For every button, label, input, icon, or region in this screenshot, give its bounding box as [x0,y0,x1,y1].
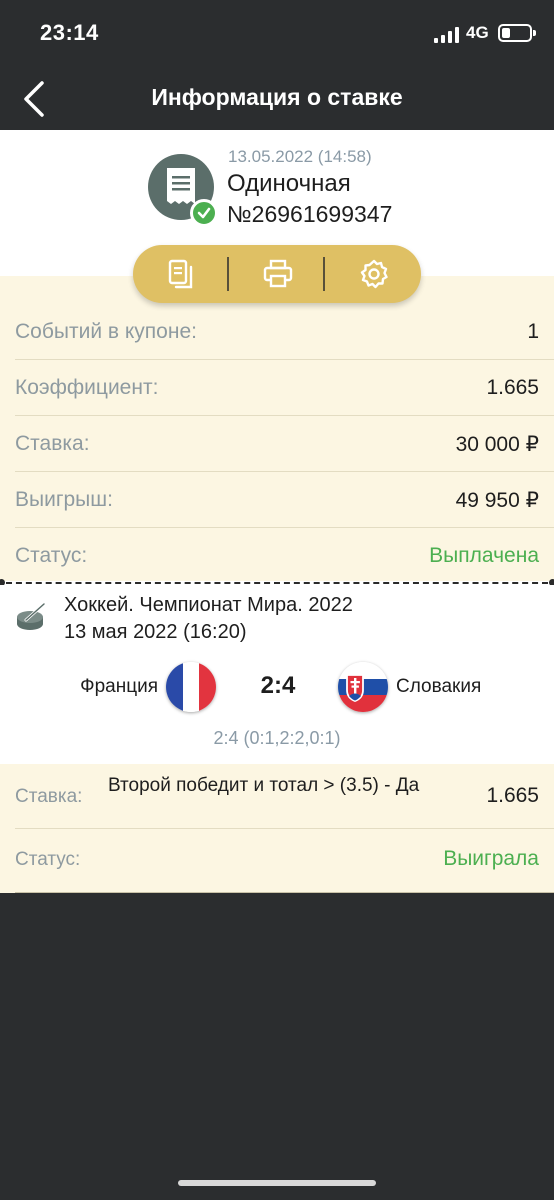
home-indicator[interactable] [178,1180,376,1186]
hockey-puck-icon [17,602,46,630]
nav-bar: Информация о ставке [0,70,554,130]
copy-button[interactable] [133,245,229,303]
summary-value: 1 [527,320,539,343]
event-league: Хоккей. Чемпионат Мира. 2022 [64,594,353,616]
team-away-name: Словакия [396,676,482,697]
summary-value: 1.665 [486,376,539,399]
stake-label: Ставка: [15,786,83,807]
check-icon [190,199,218,227]
status-time: 23:14 [40,20,99,45]
print-button[interactable] [229,245,325,303]
summary-row-events: Событий в купоне: 1 [15,304,554,360]
period-scores: 2:4 (0:1,2:2,0:1) [213,728,341,748]
match-score: 2:4 [260,672,296,699]
status-badge: Выплачена [429,544,539,567]
copy-icon [168,259,193,289]
battery-icon [498,24,536,42]
printer-icon [263,259,293,288]
summary-value: 30 000 ₽ [455,433,539,456]
stake-status-badge: Выиграла [443,847,539,870]
network-type: 4G [466,23,489,42]
summary-row-stake: Ставка: 30 000 ₽ [15,416,554,472]
signal-icon [434,27,459,43]
summary-row-winnings: Выигрыш: 49 950 ₽ [15,472,554,528]
summary-label: Ставка: [15,432,90,455]
gear-icon [360,259,388,289]
bet-summary: Событий в купоне: 1 Коэффициент: 1.665 С… [0,276,554,582]
event-date: 13 мая 2022 (16:20) [64,621,247,643]
summary-value: 49 950 ₽ [455,489,539,512]
status-bar: 23:14 4G [0,0,554,70]
divider [15,828,554,829]
page-title: Информация о ставке [151,84,403,110]
team-home-name: Франция [80,676,158,697]
slovakia-flag-icon [338,662,388,712]
summary-label: Событий в купоне: [15,320,197,343]
stake-description: Второй победит и тотал > (3.5) - Да [108,775,420,796]
bet-type: Одиночная [227,170,351,197]
stake-status-label: Статус: [15,849,81,870]
bet-date: 13.05.2022 (14:58) [228,147,372,166]
divider [15,892,554,893]
summary-label: Статус: [15,544,88,567]
summary-label: Коэффициент: [15,376,159,399]
summary-row-status: Статус: Выплачена [15,528,554,584]
bet-number: №26961699347 [227,201,393,227]
settings-button[interactable] [325,245,421,303]
stake-odds: 1.665 [486,784,539,807]
action-bar [133,245,421,303]
summary-label: Выигрыш: [15,488,113,511]
france-flag-icon [166,662,216,712]
summary-row-odds: Коэффициент: 1.665 [15,360,554,416]
